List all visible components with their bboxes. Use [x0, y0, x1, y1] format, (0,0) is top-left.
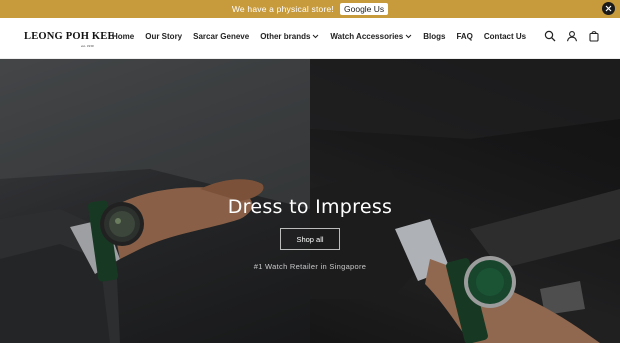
hero-title: Dress to Impress: [227, 196, 393, 218]
chevron-down-icon: [405, 34, 412, 39]
nav-label: Watch Accessories: [330, 32, 404, 41]
hero-subtitle: #1 Watch Retailer in Singapore: [253, 262, 367, 271]
announcement-text: We have a physical store!: [231, 4, 334, 14]
nav-item-our-story[interactable]: Our Story: [145, 32, 182, 41]
google-us-button[interactable]: Google Us: [340, 3, 389, 15]
nav-label: Contact Us: [483, 32, 527, 41]
header-icons: [544, 30, 600, 42]
nav-item-watch-accessories[interactable]: Watch Accessories: [330, 32, 412, 41]
nav-item-sarcar-geneve[interactable]: Sarcar Geneve: [193, 32, 249, 41]
logo[interactable]: LEONG POH KEE: [24, 31, 115, 42]
close-icon[interactable]: [602, 2, 615, 15]
nav-item-other-brands[interactable]: Other brands: [260, 32, 319, 41]
logo-tagline: est. 1930: [81, 44, 94, 48]
nav-label: Other brands: [260, 32, 311, 41]
shop-all-button[interactable]: Shop all: [280, 228, 340, 250]
site-header: LEONG POH KEE est. 1930 Home Our Story S…: [0, 18, 620, 59]
hero-content: Dress to Impress Shop all #1 Watch Retai…: [0, 59, 620, 343]
nav-label: Sarcar Geneve: [193, 32, 250, 41]
nav-label: Our Story: [145, 32, 183, 41]
nav-item-blogs[interactable]: Blogs: [423, 32, 445, 41]
chevron-down-icon: [313, 34, 319, 39]
nav-label: Blogs: [423, 32, 446, 41]
nav-item-contact-us[interactable]: Contact Us: [484, 32, 526, 41]
announcement-bar: We have a physical store! Google Us: [0, 0, 620, 18]
account-icon[interactable]: [566, 30, 578, 42]
cart-icon[interactable]: [588, 30, 600, 42]
main-nav: Home Our Story Sarcar Geneve Other brand…: [112, 32, 537, 41]
search-icon[interactable]: [544, 30, 556, 42]
nav-label: Home: [112, 32, 135, 41]
nav-label: FAQ: [456, 32, 473, 41]
nav-item-home[interactable]: Home: [112, 32, 134, 41]
hero-banner: Dress to Impress Shop all #1 Watch Retai…: [0, 59, 620, 343]
nav-item-faq[interactable]: FAQ: [456, 32, 472, 41]
